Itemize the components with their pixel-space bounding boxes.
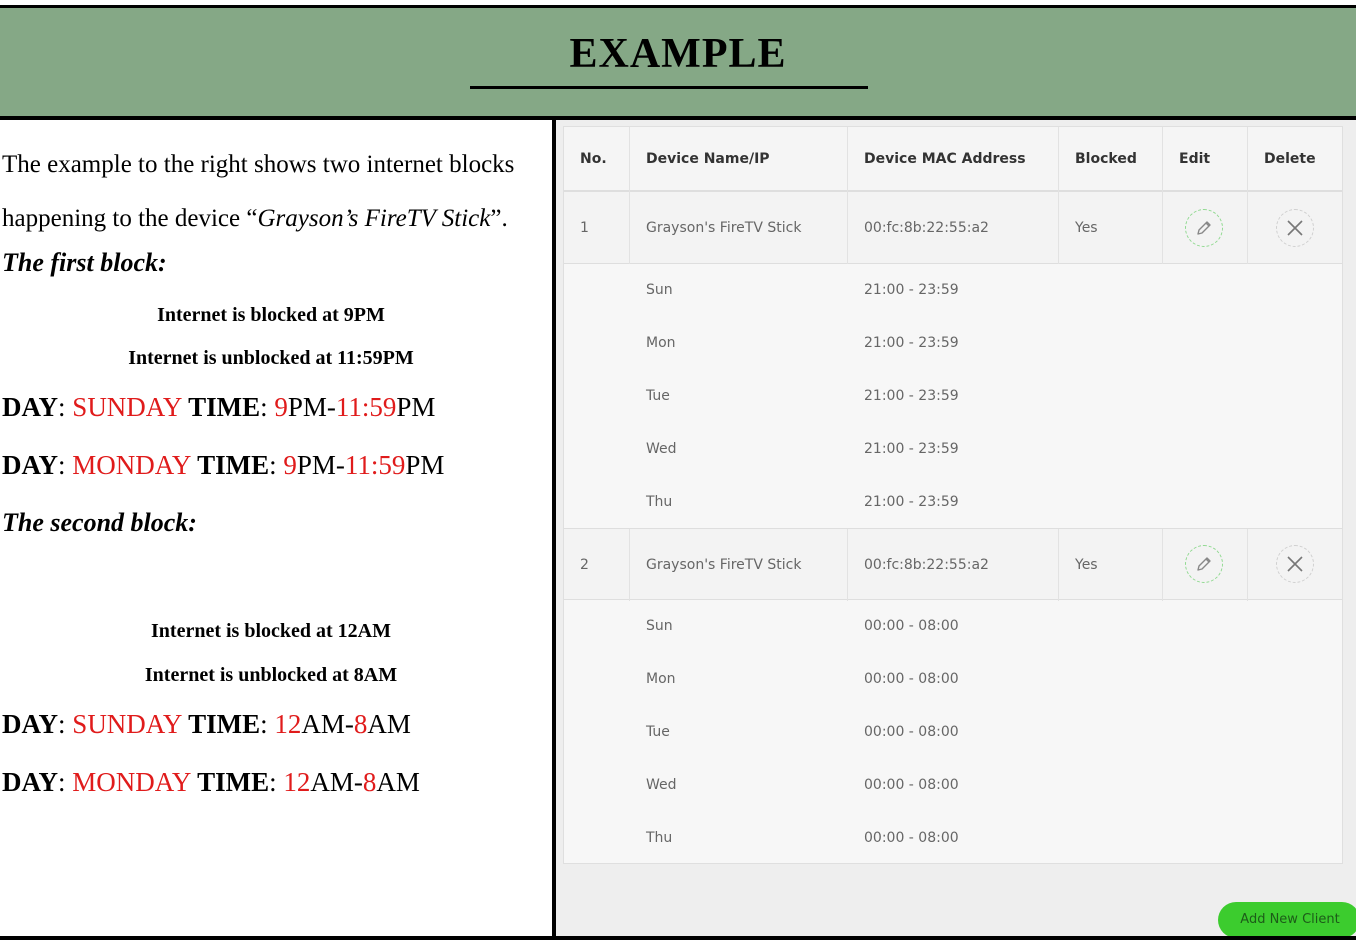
schedule-day: Sun — [646, 282, 673, 298]
schedule-time: 00:00 - 08:00 — [864, 671, 959, 687]
first-block-blocked: Internet is blocked at 9PM — [157, 304, 385, 326]
schedule-time: 00:00 - 08:00 — [864, 618, 959, 634]
close-icon — [1287, 556, 1303, 572]
schedule-time: 21:00 - 23:59 — [864, 494, 959, 510]
schedule-time: 00:00 - 08:00 — [864, 724, 959, 740]
intro-after: ”. — [490, 205, 508, 232]
bottom-border — [0, 936, 1356, 940]
schedule-time: 21:00 - 23:59 — [864, 335, 959, 351]
first-block-heading: The first block: — [2, 248, 167, 277]
schedule-day: Tue — [646, 724, 670, 740]
schedule-time: 00:00 - 08:00 — [864, 777, 959, 793]
row-mac: 00:fc:8b:22:55:a2 — [864, 220, 989, 236]
col-header-device: Device Name/IP — [646, 151, 770, 167]
first-block-line-1: DAY: SUNDAY TIME: 9PM-11:59PM — [2, 392, 436, 422]
device-table: No. Device Name/IP Device MAC Address Bl… — [563, 126, 1343, 864]
pencil-icon — [1197, 221, 1211, 235]
edit-button[interactable] — [1185, 209, 1223, 247]
table-header: No. Device Name/IP Device MAC Address Bl… — [564, 127, 1342, 192]
second-block-line-2: DAY: MONDAY TIME: 12AM-8AM — [2, 767, 420, 797]
row-no: 1 — [580, 220, 589, 236]
title-underline — [470, 86, 868, 89]
explanation-panel: The example to the right shows two inter… — [0, 120, 552, 936]
schedule-day: Mon — [646, 671, 676, 687]
schedule-time: 00:00 - 08:00 — [864, 830, 959, 846]
col-header-mac: Device MAC Address — [864, 151, 1026, 167]
second-block-unblocked: Internet is unblocked at 8AM — [144, 664, 398, 686]
schedule-time: 21:00 - 23:59 — [864, 282, 959, 298]
col-header-blocked: Blocked — [1075, 151, 1137, 167]
intro-text: The example to the right shows two inter… — [2, 138, 547, 246]
col-header-no: No. — [580, 151, 607, 167]
second-block-line-1: DAY: SUNDAY TIME: 12AM-8AM — [2, 709, 411, 739]
page-header: EXAMPLE — [0, 8, 1356, 117]
intro-device-name: Grayson’s FireTV Stick — [257, 205, 491, 232]
schedule-day: Thu — [646, 830, 673, 846]
schedule-day: Sun — [646, 618, 673, 634]
schedule-time: 21:00 - 23:59 — [864, 441, 959, 457]
first-block-unblocked: Internet is unblocked at 11:59PM — [128, 347, 414, 369]
schedule-time: 21:00 - 23:59 — [864, 388, 959, 404]
delete-button[interactable] — [1276, 209, 1314, 247]
row-mac: 00:fc:8b:22:55:a2 — [864, 557, 989, 573]
schedule-day: Wed — [646, 777, 677, 793]
delete-button[interactable] — [1276, 545, 1314, 583]
device-panel: No. Device Name/IP Device MAC Address Bl… — [556, 120, 1356, 938]
col-header-edit: Edit — [1179, 151, 1211, 167]
schedule-day: Wed — [646, 441, 677, 457]
first-block-line-2: DAY: MONDAY TIME: 9PM-11:59PM — [2, 450, 445, 480]
table-row[interactable]: 1 Grayson's FireTV Stick 00:fc:8b:22:55:… — [564, 192, 1342, 264]
row-no: 2 — [580, 557, 589, 573]
edit-button[interactable] — [1185, 545, 1223, 583]
row-device-name: Grayson's FireTV Stick — [646, 220, 802, 236]
table-row[interactable]: 2 Grayson's FireTV Stick 00:fc:8b:22:55:… — [564, 528, 1342, 601]
row-blocked: Yes — [1075, 220, 1098, 236]
row-device-name: Grayson's FireTV Stick — [646, 557, 802, 573]
schedule-day: Thu — [646, 494, 673, 510]
schedule-day: Mon — [646, 335, 676, 351]
second-block-heading: The second block: — [2, 508, 197, 537]
schedule-day: Tue — [646, 388, 670, 404]
close-icon — [1287, 220, 1303, 236]
page-title: EXAMPLE — [569, 31, 787, 77]
add-new-client-button[interactable]: Add New Client — [1218, 902, 1356, 938]
row-blocked: Yes — [1075, 557, 1098, 573]
second-block-blocked: Internet is blocked at 12AM — [151, 620, 391, 642]
col-header-delete: Delete — [1264, 151, 1316, 167]
pencil-icon — [1197, 557, 1211, 571]
